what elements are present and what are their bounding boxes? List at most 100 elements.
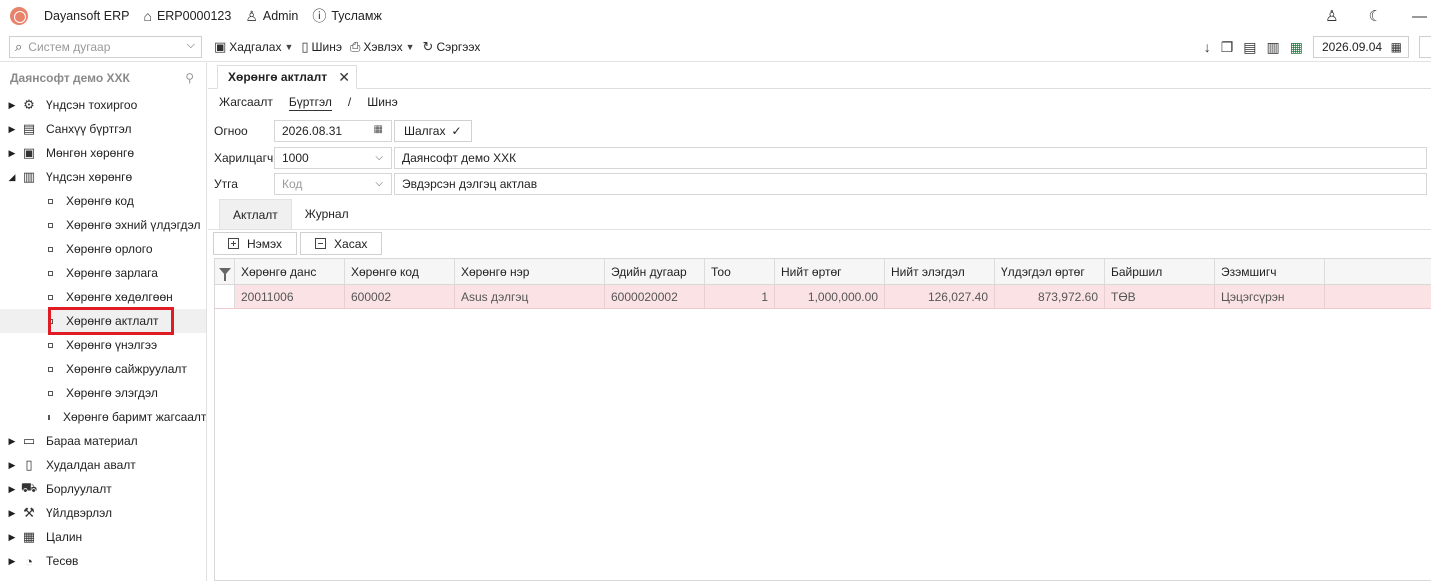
table-row[interactable]: 20011006 600002 Asus дэлгэц 6000020002 1… — [215, 285, 1431, 309]
refresh-icon: ↻ — [422, 39, 434, 54]
expand-icon[interactable]: ▶ — [4, 508, 20, 519]
remove-row-button[interactable]: Хасах — [300, 232, 383, 255]
box-icon: ▭ — [22, 433, 36, 448]
column-header[interactable]: Эдийн дугаар — [605, 259, 705, 284]
date-row: Огноо 2026.08.31 ▦ Шалгах ✓ — [214, 120, 472, 142]
system-search-box[interactable]: ⌕ ⌵ — [9, 36, 202, 58]
table-cell[interactable]: ТӨВ — [1105, 285, 1215, 308]
excel-icon[interactable]: ▦ — [1290, 39, 1303, 56]
copy-icon[interactable]: ❐ — [1221, 39, 1234, 56]
sidebar-item-cash[interactable]: ▶ ▣ Мөнгөн хөрөнгө — [0, 141, 206, 165]
table-cell[interactable]: 600002 — [345, 285, 455, 308]
expand-icon[interactable]: ▶ — [4, 436, 20, 447]
expand-icon[interactable]: ▶ — [4, 532, 20, 543]
sidebar-item-purchase[interactable]: ▶ ▯ Худалдан авалт — [0, 453, 206, 477]
breadcrumb-list[interactable]: Жагсаалт — [219, 95, 273, 111]
table-cell[interactable]: Цэцэгсүрэн — [1215, 285, 1325, 308]
column-header[interactable]: Хөрөнгө данс — [235, 259, 345, 284]
table-cell[interactable]: 20011006 — [235, 285, 345, 308]
work-date-field[interactable]: 2026.09.04 ▦ — [1313, 36, 1409, 58]
sidebar-item-production[interactable]: ▶ ⚒ Үйлдвэрлэл — [0, 501, 206, 525]
add-row-button[interactable]: Нэмэх — [213, 232, 298, 255]
sidebar-child-asset-documents[interactable]: Хөрөнгө баримт жагсаалт — [0, 405, 206, 429]
sidebar-item-settings[interactable]: ▶ ⚙ Үндсэн тохиргоо — [0, 93, 206, 117]
gear-icon: ⚙ — [23, 97, 35, 112]
bullet-icon — [48, 222, 53, 228]
reason-code-field[interactable]: Код ⌵ — [274, 173, 392, 195]
sidebar-item-payroll[interactable]: ▶ ▦ Цалин — [0, 525, 206, 549]
chevron-down-icon[interactable]: ⌵ — [375, 178, 383, 189]
column-header[interactable]: Хөрөнгө код — [345, 259, 455, 284]
expand-icon[interactable]: ▶ — [4, 460, 20, 471]
filter-button[interactable] — [215, 259, 235, 284]
table-cell[interactable]: 6000020002 — [605, 285, 705, 308]
tab-asset-write-off[interactable]: Хөрөнгө актлалт ✕ — [217, 65, 357, 89]
search-input[interactable] — [28, 40, 169, 54]
download-icon[interactable]: ↓ — [1204, 39, 1211, 55]
sidebar-child-asset-valuation[interactable]: Хөрөнгө үнэлгээ — [0, 333, 206, 357]
expand-icon[interactable]: ▶ — [4, 148, 20, 159]
breadcrumb-new[interactable]: Шинэ — [367, 95, 397, 111]
table-cell[interactable]: Asus дэлгэц — [455, 285, 605, 308]
sidebar-item-sales[interactable]: ▶ ⛟ Борлуулалт — [0, 477, 206, 501]
column-header[interactable]: Хөрөнгө нэр — [455, 259, 605, 284]
sidebar-child-asset-write-off[interactable]: Хөрөнгө актлалт — [0, 309, 206, 333]
pin-icon[interactable]: ⚲ — [185, 71, 194, 85]
breadcrumb-register[interactable]: Бүртгэл — [288, 95, 332, 111]
reason-text-field[interactable]: Эвдэрсэн дэлгэц актлав — [394, 173, 1427, 195]
chevron-down-icon[interactable]: ⌵ — [375, 152, 383, 163]
sidebar-child-asset-income[interactable]: Хөрөнгө орлого — [0, 237, 206, 261]
collapse-icon[interactable]: ◢ — [4, 172, 20, 183]
table-cell[interactable]: 126,027.40 — [885, 285, 995, 308]
sidebar-child-asset-expense[interactable]: Хөрөнгө зарлага — [0, 261, 206, 285]
chevron-down-icon[interactable]: ▼ — [284, 42, 293, 52]
profile-icon[interactable]: ♙ — [1325, 7, 1338, 25]
overflow-box[interactable] — [1419, 36, 1431, 58]
calendar-icon[interactable]: ▦ — [374, 124, 383, 135]
dark-mode-icon[interactable]: ☾ — [1369, 7, 1382, 25]
expand-icon[interactable]: ▶ — [4, 100, 20, 111]
tab-write-off[interactable]: Актлалт — [219, 199, 292, 229]
sidebar-child-asset-movement[interactable]: Хөрөнгө хөдөлгөөн — [0, 285, 206, 309]
table-cell[interactable]: 1 — [705, 285, 775, 308]
column-header[interactable]: Тоо — [705, 259, 775, 284]
help-button[interactable]: ⓘ Тусламж — [312, 6, 382, 26]
chevron-down-icon[interactable]: ▼ — [406, 42, 415, 52]
user-menu[interactable]: ♙ Admin — [245, 8, 298, 25]
expand-icon[interactable]: ▶ — [4, 556, 20, 567]
save-button[interactable]: ▣ Хадгалах ▼ — [214, 39, 293, 55]
new-button[interactable]: ▯ Шинэ — [301, 39, 342, 55]
column-header[interactable]: Байршил — [1105, 259, 1215, 284]
column-header[interactable]: Нийт өртөг — [775, 259, 885, 284]
sidebar-item-accounting[interactable]: ▶ ▤ Санхүү бүртгэл — [0, 117, 206, 141]
sidebar-item-fixed-assets[interactable]: ◢ ▥ Үндсэн хөрөнгө — [0, 165, 206, 189]
table-cell[interactable]: 1,000,000.00 — [775, 285, 885, 308]
column-header[interactable]: Нийт элэгдэл — [885, 259, 995, 284]
sidebar-item-inventory[interactable]: ▶ ▭ Бараа материал — [0, 429, 206, 453]
column-header[interactable]: Үлдэгдэл өртөг — [995, 259, 1105, 284]
expand-icon[interactable]: ▶ — [4, 484, 20, 495]
check-button[interactable]: Шалгах ✓ — [394, 120, 472, 142]
calendar-icon[interactable]: ▦ — [1391, 40, 1402, 54]
chevron-down-icon[interactable]: ⌵ — [187, 39, 195, 52]
sidebar-item-budget[interactable]: ▶ ◔ Тесөв — [0, 549, 206, 573]
row-gutter[interactable] — [215, 285, 235, 308]
sidebar-child-asset-depreciation[interactable]: Хөрөнгө элэгдэл — [0, 381, 206, 405]
clipboard-icon[interactable]: ▥ — [1267, 39, 1280, 56]
close-icon[interactable]: ✕ — [338, 69, 350, 86]
minimize-icon[interactable]: — — [1412, 8, 1427, 25]
tab-journal[interactable]: Журнал — [292, 199, 362, 229]
database-selector[interactable]: ⌂ ERP0000123 — [143, 8, 231, 24]
partner-code-field[interactable]: 1000 ⌵ — [274, 147, 392, 169]
column-header[interactable]: Эзэмшигч — [1215, 259, 1325, 284]
expand-icon[interactable]: ▶ — [4, 124, 20, 135]
paste-icon[interactable]: ▤ — [1243, 39, 1256, 56]
print-button[interactable]: ⎙ Хэвлэх ▼ — [350, 39, 415, 55]
main-content: Хөрөнгө актлалт ✕ Жагсаалт Бүртгэл / Шин… — [208, 63, 1431, 581]
sidebar-child-asset-improvement[interactable]: Хөрөнгө сайжруулалт — [0, 357, 206, 381]
refresh-button[interactable]: ↻ Сэргээх — [423, 39, 481, 55]
sidebar-child-asset-code[interactable]: Хөрөнгө код — [0, 189, 206, 213]
date-field[interactable]: 2026.08.31 ▦ — [274, 120, 392, 142]
table-cell[interactable]: 873,972.60 — [995, 285, 1105, 308]
sidebar-child-opening-balance[interactable]: Хөрөнгө эхний үлдэгдэл — [0, 213, 206, 237]
